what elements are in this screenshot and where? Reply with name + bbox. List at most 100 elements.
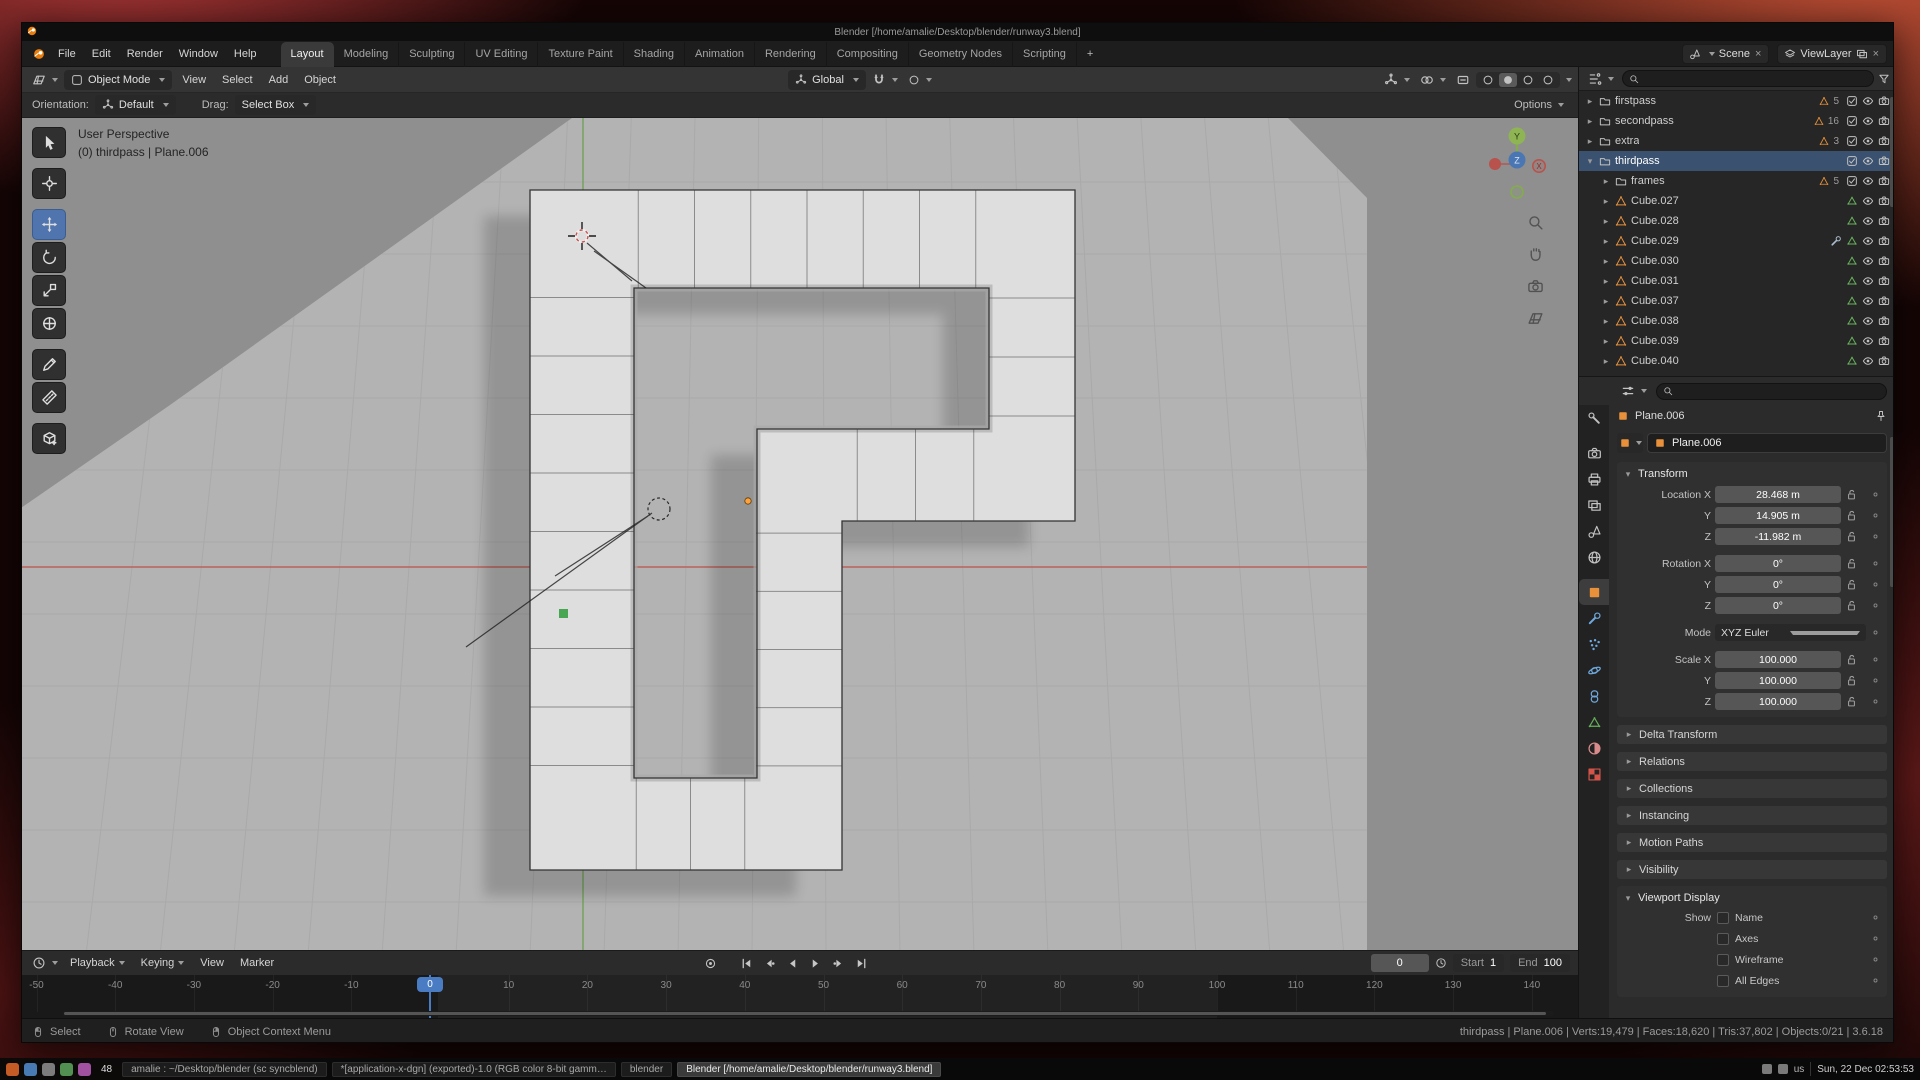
animate-dot[interactable] <box>1870 912 1881 923</box>
disclosure-triangle[interactable]: ▸ <box>1585 136 1595 147</box>
number-field[interactable]: -11.982 m <box>1715 528 1841 545</box>
shading-material-button[interactable] <box>1519 73 1537 87</box>
workspace-tab-modeling[interactable]: Modeling <box>334 42 400 67</box>
shading-wireframe-button[interactable] <box>1479 73 1497 87</box>
remove-view-layer-button[interactable]: × <box>1872 48 1880 60</box>
frame-start-field[interactable]: Start 1 <box>1453 954 1504 972</box>
camera-icon[interactable] <box>1878 295 1890 307</box>
properties-tab-scene[interactable] <box>1579 518 1609 544</box>
workspace-tab-geometry-nodes[interactable]: Geometry Nodes <box>909 42 1013 67</box>
properties-scrollbar[interactable] <box>1890 437 1894 587</box>
chevron-down-icon[interactable] <box>1566 78 1572 82</box>
applications-menu-icon[interactable] <box>6 1063 19 1076</box>
viewport-3d[interactable]: User Perspective (0) thirdpass | Plane.0… <box>22 118 1578 950</box>
disclosure-triangle[interactable]: ▸ <box>1601 176 1611 187</box>
camera-icon[interactable] <box>1878 175 1890 187</box>
animate-dot[interactable] <box>1870 675 1881 686</box>
workspace-tab-scripting[interactable]: Scripting <box>1013 42 1077 67</box>
disclosure-triangle[interactable]: ▸ <box>1601 336 1611 347</box>
disclosure-triangle[interactable]: ▸ <box>1601 196 1611 207</box>
collection-checkbox[interactable] <box>1846 155 1858 167</box>
checkbox[interactable] <box>1717 954 1729 966</box>
timeline-menu-keying[interactable]: Keying <box>133 951 193 975</box>
tool-add-cube[interactable] <box>32 423 66 454</box>
orientation-default-dropdown[interactable]: Default <box>95 95 176 115</box>
menu-window[interactable]: Window <box>171 42 226 66</box>
eye-icon[interactable] <box>1862 275 1874 287</box>
camera-icon[interactable] <box>1878 335 1890 347</box>
outliner-row-cube-040[interactable]: ▸Cube.040 <box>1579 351 1894 371</box>
camera-icon[interactable] <box>1878 315 1890 327</box>
transform-orientation-dropdown[interactable]: Global <box>788 70 866 90</box>
collection-checkbox[interactable] <box>1846 175 1858 187</box>
number-field[interactable]: 0° <box>1715 555 1841 572</box>
jump-start-button[interactable] <box>736 954 756 972</box>
camera-icon[interactable] <box>1878 275 1890 287</box>
properties-tab-physics[interactable] <box>1579 657 1609 683</box>
number-field[interactable]: 14.905 m <box>1715 507 1841 524</box>
number-field[interactable]: 0° <box>1715 597 1841 614</box>
outliner-row-cube-038[interactable]: ▸Cube.038 <box>1579 311 1894 331</box>
filter-icon[interactable] <box>1878 73 1890 85</box>
collection-checkbox[interactable] <box>1846 95 1858 107</box>
object-origin[interactable] <box>745 498 751 504</box>
timeline-menu-playback[interactable]: Playback <box>62 951 133 975</box>
shading-rendered-button[interactable] <box>1539 73 1557 87</box>
disclosure-triangle[interactable]: ▸ <box>1601 356 1611 367</box>
disclosure-triangle[interactable]: ▸ <box>1601 236 1611 247</box>
lock-icon[interactable] <box>1845 509 1858 522</box>
zoom-icon[interactable] <box>1527 214 1544 231</box>
disclosure-triangle[interactable]: ▸ <box>1601 216 1611 227</box>
workspace-tab-uv-editing[interactable]: UV Editing <box>465 42 538 67</box>
properties-tab-output[interactable] <box>1579 466 1609 492</box>
outliner-row-cube-029[interactable]: ▸Cube.029 <box>1579 231 1894 251</box>
collection-checkbox[interactable] <box>1846 135 1858 147</box>
animate-dot[interactable] <box>1870 954 1881 965</box>
outliner-row-frames[interactable]: ▸frames5 <box>1579 171 1894 191</box>
properties-search-input[interactable] <box>1677 385 1880 398</box>
viewport-menu-select[interactable]: Select <box>214 68 261 92</box>
outliner-search-input[interactable] <box>1643 72 1867 85</box>
viewport-menu-view[interactable]: View <box>174 68 214 92</box>
taskbar-window[interactable]: Blender [/home/amalie/Desktop/blender/ru… <box>677 1062 941 1077</box>
eye-icon[interactable] <box>1862 295 1874 307</box>
camera-view-icon[interactable] <box>1527 278 1544 295</box>
viewport-display-header[interactable]: ▾ Viewport Display <box>1623 889 1881 907</box>
xray-toggle[interactable] <box>1452 70 1474 90</box>
proportional-edit-toggle[interactable] <box>904 70 936 90</box>
tool-scale[interactable] <box>32 275 66 306</box>
properties-tab-render[interactable] <box>1579 440 1609 466</box>
panel-visibility[interactable]: ▸Visibility <box>1617 860 1887 879</box>
disclosure-triangle[interactable]: ▸ <box>1601 296 1611 307</box>
properties-tab-texture[interactable] <box>1579 761 1609 787</box>
camera-icon[interactable] <box>1878 255 1890 267</box>
add-workspace-button[interactable]: + <box>1077 42 1103 67</box>
editor-type-button[interactable] <box>28 70 62 90</box>
playhead-chip[interactable]: 0 <box>417 977 443 992</box>
camera-icon[interactable] <box>1878 135 1890 147</box>
lock-icon[interactable] <box>1845 674 1858 687</box>
tool-cursor[interactable] <box>32 168 66 199</box>
number-field[interactable]: 100.000 <box>1715 672 1841 689</box>
eye-icon[interactable] <box>1862 95 1874 107</box>
tool-annotate[interactable] <box>32 349 66 380</box>
eye-icon[interactable] <box>1862 115 1874 127</box>
properties-tab-particles[interactable] <box>1579 631 1609 657</box>
lock-icon[interactable] <box>1845 557 1858 570</box>
menu-render[interactable]: Render <box>119 42 171 66</box>
snap-toggle[interactable] <box>868 70 902 90</box>
disclosure-triangle[interactable]: ▾ <box>1585 156 1595 167</box>
properties-tab-object[interactable] <box>1579 579 1609 605</box>
copy-icon[interactable] <box>1856 48 1868 60</box>
object-type-button[interactable] <box>1617 433 1643 453</box>
disclosure-triangle[interactable]: ▸ <box>1601 316 1611 327</box>
animate-dot[interactable] <box>1870 975 1881 986</box>
object-name-field[interactable]: Plane.006 <box>1647 433 1887 453</box>
outliner-search[interactable] <box>1622 70 1874 87</box>
taskbar-window[interactable]: amalie : ~/Desktop/blender (sc syncblend… <box>122 1062 326 1077</box>
number-field[interactable]: 100.000 <box>1715 651 1841 668</box>
properties-tab-constraints[interactable] <box>1579 683 1609 709</box>
view-layer-selector[interactable]: ViewLayer × <box>1777 44 1887 64</box>
outliner-row-cube-031[interactable]: ▸Cube.031 <box>1579 271 1894 291</box>
play-button[interactable] <box>805 954 825 972</box>
